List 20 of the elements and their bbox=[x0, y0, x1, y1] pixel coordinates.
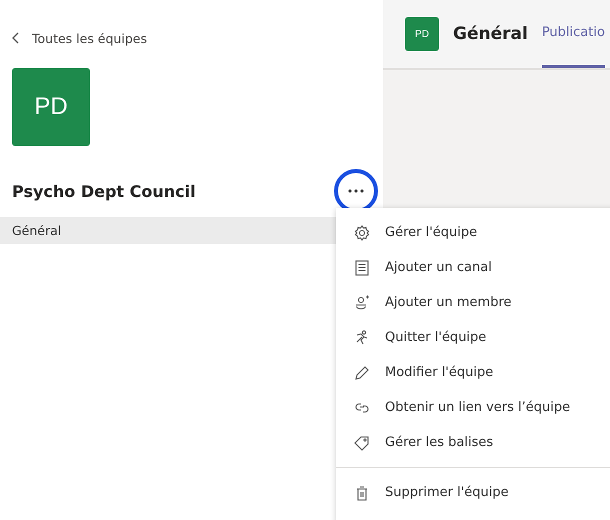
posts-tab[interactable]: Publicatio bbox=[542, 0, 605, 68]
menu-item[interactable]: Ajouter un membre bbox=[336, 285, 610, 320]
menu-item[interactable]: Supprimer l'équipe bbox=[336, 475, 610, 510]
team-name: Psycho Dept Council bbox=[12, 182, 196, 200]
menu-item[interactable]: Gérer les balises bbox=[336, 425, 610, 460]
menu-item[interactable]: Obtenir un lien vers l’équipe bbox=[336, 390, 610, 425]
back-icon bbox=[12, 32, 20, 44]
add-person-icon bbox=[353, 294, 371, 312]
menu-item[interactable]: Ajouter un canal bbox=[336, 250, 610, 285]
menu-item[interactable]: Quitter l'équipe bbox=[336, 320, 610, 355]
list-icon bbox=[353, 258, 371, 276]
pencil-icon bbox=[353, 364, 371, 382]
team-avatar: PD bbox=[12, 68, 90, 146]
channel-title: Général bbox=[453, 24, 528, 44]
team-avatar: PD bbox=[405, 17, 439, 51]
tag-icon bbox=[353, 434, 371, 452]
settings-icon bbox=[353, 224, 371, 242]
more-icon bbox=[348, 189, 364, 193]
back-link[interactable]: Toutes les équipes bbox=[12, 27, 383, 49]
menu-item[interactable]: Modifier l'équipe bbox=[336, 355, 610, 390]
